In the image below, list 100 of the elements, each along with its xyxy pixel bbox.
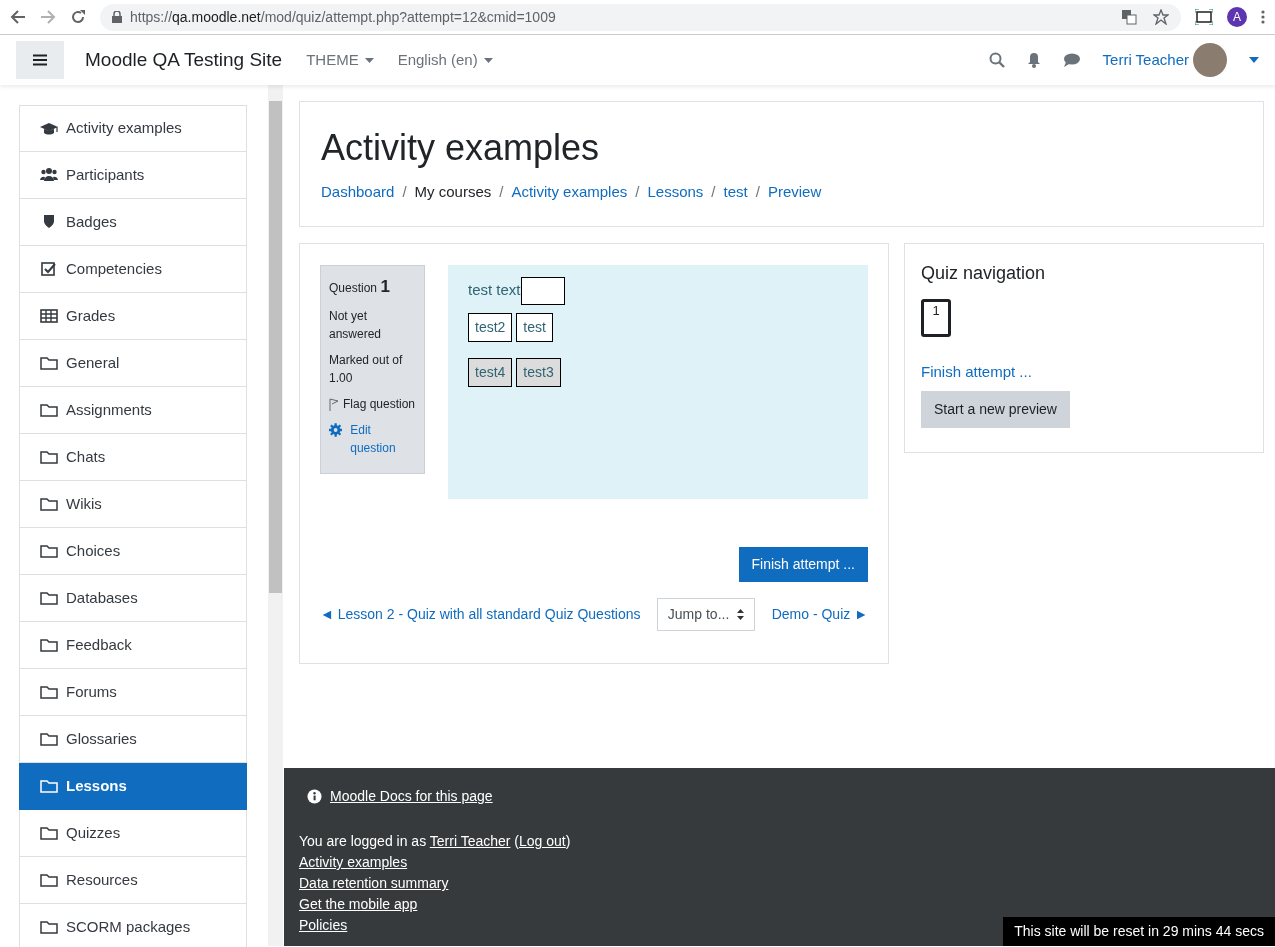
page-title: Activity examples xyxy=(321,126,601,170)
drag-choice[interactable]: test2 xyxy=(468,312,513,342)
sidebar-item[interactable]: Wikis xyxy=(19,481,247,528)
next-activity-link[interactable]: Demo - Quiz ► xyxy=(771,603,868,625)
folder-icon xyxy=(40,402,58,418)
breadcrumb-link[interactable]: Activity examples xyxy=(511,181,628,204)
sidebar-item[interactable]: Forums xyxy=(19,669,247,716)
back-icon[interactable] xyxy=(10,9,26,25)
dropdown-menu-toggle[interactable]: THEME xyxy=(306,48,374,72)
footer-link[interactable]: Data retention summary xyxy=(299,875,449,891)
breadcrumb-separator: / xyxy=(402,182,407,203)
sidebar-item[interactable]: Competencies xyxy=(19,246,247,293)
translate-icon[interactable] xyxy=(1121,9,1137,25)
folder-icon xyxy=(40,449,58,465)
checkbox-icon xyxy=(40,261,58,277)
sidebar-item[interactable]: Resources xyxy=(19,857,247,904)
breadcrumb-link[interactable]: test xyxy=(723,181,748,204)
panel-title: Quiz navigation xyxy=(921,261,1047,285)
flag-icon[interactable] xyxy=(329,397,339,411)
breadcrumb-link[interactable]: Dashboard xyxy=(321,181,395,204)
logout-link[interactable]: Log out xyxy=(519,833,566,849)
sidebar-item[interactable]: Grades xyxy=(19,293,247,340)
sidebar-item[interactable]: SCORM packages xyxy=(19,904,247,947)
folder-icon xyxy=(40,355,58,371)
breadcrumb-separator: / xyxy=(711,182,716,203)
breadcrumb-item: My courses xyxy=(414,182,492,203)
table-icon xyxy=(40,308,58,324)
users-icon xyxy=(40,167,58,183)
folder-icon xyxy=(40,637,58,653)
sidebar-item[interactable]: Chats xyxy=(19,434,247,481)
menu-icon xyxy=(33,54,47,66)
folder-icon xyxy=(40,872,58,888)
screen-capture-icon[interactable] xyxy=(1195,9,1213,25)
question-text: test text xyxy=(468,280,521,298)
scrollbar[interactable] xyxy=(268,85,283,946)
address-bar[interactable]: https://qa.moodle.net/mod/quiz/attempt.php?attempt=12&cmid=1009 xyxy=(100,3,1181,31)
caret-icon[interactable] xyxy=(1249,57,1259,63)
kebab-menu-icon[interactable] xyxy=(1261,10,1265,24)
breadcrumb-separator: / xyxy=(635,182,640,203)
menu-button[interactable] xyxy=(16,41,64,79)
finish-attempt-link[interactable]: Finish attempt ... xyxy=(921,362,1032,380)
profile-avatar[interactable]: A xyxy=(1227,7,1247,27)
breadcrumb-link[interactable]: Preview xyxy=(767,181,822,204)
jump-to-select[interactable]: Jump to... xyxy=(656,597,756,631)
user-avatar[interactable] xyxy=(1193,43,1227,77)
edit-question-link[interactable]: Edit question xyxy=(350,421,416,458)
search-icon[interactable] xyxy=(988,52,1005,68)
drag-choice[interactable]: test4 xyxy=(468,357,513,387)
url-text: https://qa.moodle.net/mod/quiz/attempt.php?attempt=12&cmid=1009 xyxy=(130,7,556,27)
folder-icon xyxy=(40,778,58,794)
sidebar-item[interactable]: Feedback xyxy=(19,622,247,669)
caret-icon xyxy=(483,57,493,63)
folder-icon xyxy=(40,590,58,606)
dropdown-menu-toggle[interactable]: English (en) xyxy=(397,48,493,72)
breadcrumb-separator: / xyxy=(499,182,504,203)
site-name[interactable]: Moodle QA Testing Site xyxy=(85,45,283,75)
sidebar-item[interactable]: Glossaries xyxy=(19,716,247,763)
reset-notice: This site will be reset in 29 mins 44 secs xyxy=(1003,917,1275,946)
lock-icon xyxy=(112,11,122,23)
footer-link[interactable]: Policies xyxy=(299,917,348,933)
footer-link[interactable]: Get the mobile app xyxy=(299,896,418,912)
reload-icon[interactable] xyxy=(70,9,86,25)
caret-icon xyxy=(364,57,374,63)
star-icon[interactable] xyxy=(1153,9,1169,25)
graduation-cap-icon xyxy=(40,120,58,137)
docs-link[interactable]: Moodle Docs for this page xyxy=(330,786,493,807)
footer-link[interactable]: Activity examples xyxy=(299,854,408,870)
drop-zone[interactable] xyxy=(520,276,565,305)
user-link[interactable]: Terri Teacher xyxy=(429,833,511,849)
login-info: You are logged in as Terri Teacher (Log out) xyxy=(299,832,572,851)
drag-choice[interactable]: test3 xyxy=(516,357,561,387)
flag-question-link[interactable]: Flag question xyxy=(343,395,416,414)
sidebar-item[interactable]: Activity examples xyxy=(19,105,247,152)
sidebar-item[interactable]: Databases xyxy=(19,575,247,622)
folder-icon xyxy=(40,731,58,747)
up-down-arrows-icon xyxy=(737,608,745,620)
question-number: Question 1 xyxy=(329,275,391,298)
breadcrumb-link[interactable]: Lessons xyxy=(647,181,704,204)
folder-icon xyxy=(40,496,58,512)
sidebar-item[interactable]: Participants xyxy=(19,152,247,199)
sidebar-item[interactable]: General xyxy=(19,340,247,387)
sidebar-item[interactable]: Quizzes xyxy=(19,810,247,857)
bell-icon[interactable] xyxy=(1026,52,1041,68)
previous-activity-link[interactable]: ◄ Lesson 2 - Quiz with all standard Quiz Questions xyxy=(320,603,641,625)
sidebar-item[interactable]: Lessons xyxy=(19,763,247,810)
question-nav-button[interactable]: 1 xyxy=(921,298,951,337)
start-new-preview-button[interactable]: Start a new preview xyxy=(921,391,1070,429)
question-mark: Marked out of 1.00 xyxy=(329,352,404,388)
folder-icon xyxy=(40,684,58,700)
gear-icon xyxy=(329,423,343,438)
user-name[interactable]: Terri Teacher xyxy=(1102,48,1189,72)
sidebar-item[interactable]: Assignments xyxy=(19,387,247,434)
folder-icon xyxy=(40,919,58,935)
finish-attempt-button[interactable]: Finish attempt ... xyxy=(738,546,868,582)
chat-icon[interactable] xyxy=(1062,53,1081,67)
drag-choice[interactable]: test xyxy=(516,312,553,342)
question-status: Not yet answered xyxy=(329,308,383,344)
folder-icon xyxy=(40,825,58,841)
sidebar-item[interactable]: Badges xyxy=(19,199,247,246)
sidebar-item[interactable]: Choices xyxy=(19,528,247,575)
